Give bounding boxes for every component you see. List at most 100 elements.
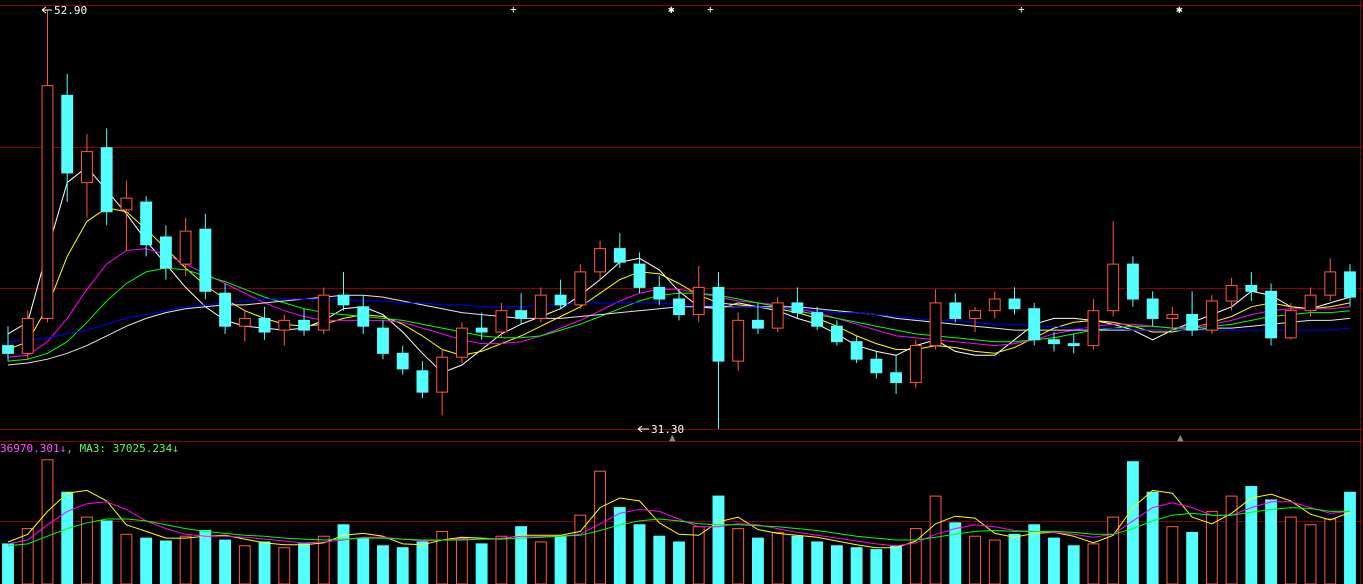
- candle: [1265, 283, 1277, 346]
- volume-bar: [534, 541, 547, 584]
- volume-bar: [120, 533, 133, 584]
- candle: [1225, 277, 1238, 311]
- volume-bar: [830, 545, 843, 584]
- candle-body: [475, 327, 488, 333]
- candle: [377, 320, 389, 360]
- candle-body: [41, 85, 54, 319]
- volume-bar: [1146, 491, 1159, 584]
- volume-bar: [396, 547, 409, 584]
- volume-bar: [673, 541, 685, 584]
- candle-body: [1284, 310, 1297, 339]
- candle-body: [416, 370, 429, 393]
- candle-body: [159, 236, 172, 269]
- stock-chart: 52.90 31.30 + ✱ + + ✱ ▲ ▲ 36970.301↓, MA…: [0, 0, 1363, 584]
- candle-body: [1048, 339, 1060, 345]
- candle: [830, 320, 843, 346]
- volume-bar: [771, 531, 784, 584]
- candle-body: [890, 372, 903, 383]
- candle-body: [100, 147, 113, 213]
- candle-body: [120, 197, 133, 211]
- candle: [850, 335, 863, 364]
- volume-bar: [613, 507, 626, 584]
- volume-bar: [791, 535, 804, 584]
- event-marker: ✱: [668, 3, 675, 16]
- volume-bar: [870, 549, 883, 584]
- candle: [258, 306, 271, 340]
- event-marker: +: [1018, 3, 1025, 16]
- candle: [554, 279, 567, 309]
- candle: [692, 266, 705, 323]
- candle: [1245, 271, 1258, 301]
- volume-bar: [1166, 526, 1179, 584]
- candle-body: [1126, 263, 1139, 300]
- candle-body: [633, 263, 646, 288]
- volume-bar: [278, 547, 291, 584]
- volume-bar: [929, 495, 942, 584]
- candle: [929, 289, 942, 350]
- candle: [455, 322, 468, 364]
- candle: [278, 314, 291, 346]
- candle-body: [909, 345, 922, 383]
- candle: [1166, 306, 1179, 331]
- candle: [653, 275, 666, 305]
- candle-body: [199, 228, 212, 292]
- annotation-layer: 52.90 31.30 + ✱ + + ✱ ▲ ▲: [41, 3, 1184, 444]
- volume-bar: [140, 537, 153, 584]
- volume-bar: [712, 495, 725, 584]
- candle: [81, 134, 93, 218]
- candle-body: [594, 248, 606, 273]
- volume-bar: [653, 535, 666, 584]
- candle-body: [219, 292, 232, 327]
- candle-body: [1245, 284, 1258, 292]
- candle: [238, 310, 251, 342]
- volume-bar: [752, 537, 764, 584]
- candle-body: [1186, 314, 1199, 331]
- candle: [337, 271, 350, 311]
- candle: [969, 306, 981, 333]
- candle-body: [1107, 263, 1120, 312]
- candle: [1146, 291, 1159, 327]
- volume-bar: [1107, 516, 1120, 584]
- candle: [712, 271, 725, 429]
- candlesticks: [2, 10, 1356, 429]
- candle-body: [258, 317, 271, 333]
- candle-body: [712, 286, 725, 362]
- volume-bar: [988, 539, 1001, 584]
- volume-bar: [495, 535, 508, 584]
- volume-bar: [594, 470, 606, 584]
- candle-body: [732, 319, 745, 362]
- candle-body: [377, 327, 389, 354]
- event-marker: +: [707, 3, 714, 16]
- event-marker: ✱: [1176, 3, 1183, 16]
- volume-bar: [238, 545, 251, 584]
- volume-bar: [811, 541, 824, 584]
- candle: [515, 293, 528, 325]
- candle-body: [830, 325, 843, 343]
- candle-body: [949, 302, 962, 319]
- candle: [534, 287, 547, 323]
- candle-body: [554, 294, 567, 306]
- candle: [574, 264, 587, 309]
- candle: [179, 217, 192, 276]
- candle: [416, 361, 429, 398]
- event-marker: +: [510, 3, 517, 16]
- candle-body: [81, 151, 93, 184]
- bottom-marker: ▲: [1177, 431, 1184, 444]
- volume-bar: [969, 535, 981, 584]
- volume-bar: [377, 545, 389, 584]
- candle: [909, 339, 922, 389]
- candle: [890, 355, 903, 395]
- candle-body: [752, 319, 764, 329]
- volume-bar: [1225, 495, 1238, 584]
- candle: [140, 196, 153, 257]
- candle-body: [1344, 271, 1356, 298]
- candle: [1126, 256, 1139, 307]
- volume-bar: [554, 535, 567, 584]
- candle-body: [495, 310, 508, 333]
- volume-bar: [159, 540, 172, 584]
- volume-bar: [100, 520, 113, 584]
- candle-body: [357, 306, 370, 327]
- candle-body: [317, 294, 330, 331]
- candle: [1107, 221, 1120, 317]
- candle: [1205, 295, 1218, 334]
